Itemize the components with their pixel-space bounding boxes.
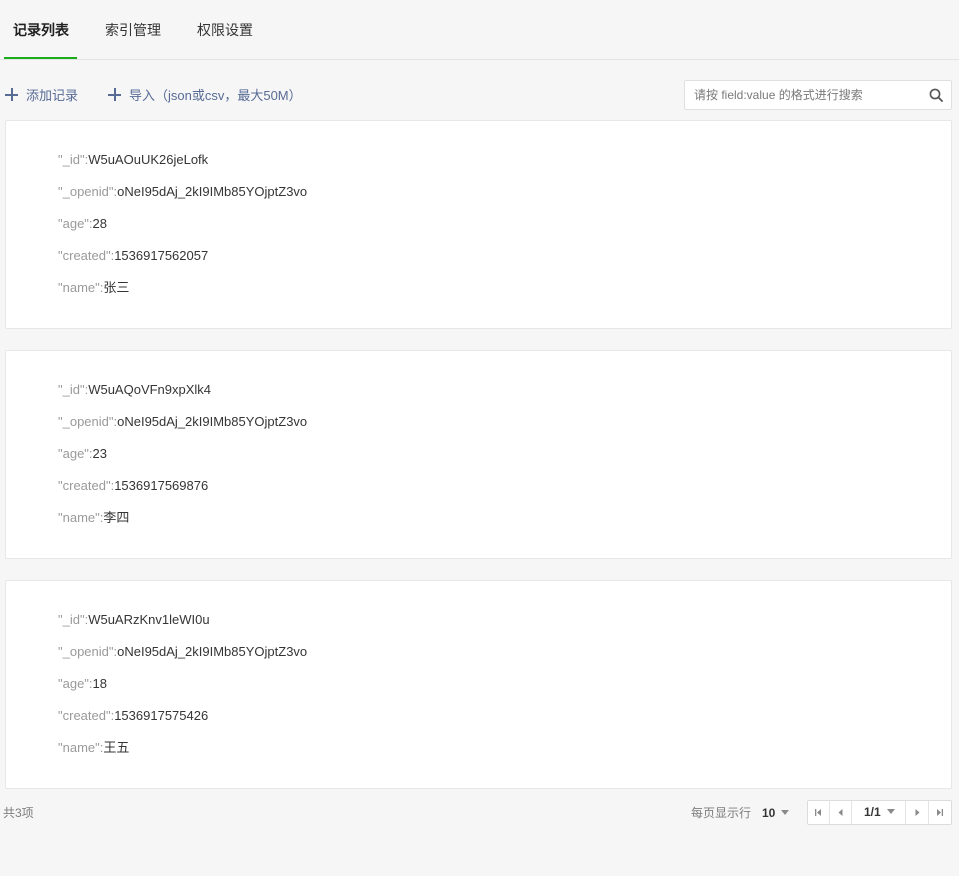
record-card[interactable]: "_id":W5uARzKnv1leWI0u "_openid":oNeI95d… [5, 580, 952, 789]
chevron-down-icon [886, 809, 895, 814]
record-field-id: "_id":W5uAQoVFn9xpXlk4 [58, 382, 212, 397]
chevron-down-icon [781, 810, 790, 815]
search-input[interactable] [685, 81, 923, 109]
record-field-name: "name":张三 [58, 280, 130, 295]
record-field-openid: "_openid":oNeI95dAj_2kI9IMb85YOjptZ3vo [58, 644, 308, 659]
tab-record-list[interactable]: 记录列表 [13, 20, 69, 60]
record-field-id: "_id":W5uARzKnv1leWI0u [58, 612, 210, 627]
plus-icon [5, 88, 18, 101]
tab-permission-settings[interactable]: 权限设置 [197, 20, 253, 60]
last-page-icon [937, 809, 943, 816]
record-field-created: "created":1536917562057 [58, 248, 209, 263]
record-card[interactable]: "_id":W5uAQoVFn9xpXlk4 "_openid":oNeI95d… [5, 350, 952, 559]
search-icon[interactable] [929, 88, 943, 102]
first-page-icon [815, 809, 821, 816]
tab-bar: 记录列表 索引管理 权限设置 [0, 0, 959, 60]
prev-page-button[interactable] [830, 801, 852, 824]
per-page-value: 10 [762, 806, 776, 820]
per-page-label: 每页显示行 [691, 806, 752, 820]
active-tab-indicator [4, 57, 77, 59]
record-field-name: "name":王五 [58, 740, 130, 755]
record-field-created: "created":1536917569876 [58, 478, 209, 493]
record-field-age: "age":18 [58, 676, 107, 691]
total-count: 共3项 [3, 806, 34, 820]
record-field-created: "created":1536917575426 [58, 708, 209, 723]
record-card[interactable]: "_id":W5uAOuUK26jeLofk "_openid":oNeI95d… [5, 120, 952, 329]
first-page-button[interactable] [808, 801, 830, 824]
next-page-button[interactable] [907, 801, 929, 824]
current-page: 1/1 [864, 805, 881, 819]
plus-icon [108, 88, 121, 101]
tab-index-management[interactable]: 索引管理 [105, 20, 161, 60]
record-field-name: "name":李四 [58, 510, 130, 525]
import-button[interactable]: 导入（json或csv，最大50M） [108, 86, 302, 106]
record-field-id: "_id":W5uAOuUK26jeLofk [58, 152, 209, 167]
record-field-age: "age":23 [58, 446, 107, 461]
next-page-icon [915, 809, 920, 816]
per-page-select[interactable]: 10 [762, 804, 790, 822]
record-field-openid: "_openid":oNeI95dAj_2kI9IMb85YOjptZ3vo [58, 184, 308, 199]
last-page-button[interactable] [929, 801, 951, 824]
search-box [684, 80, 952, 110]
prev-page-icon [838, 809, 843, 816]
record-field-age: "age":28 [58, 216, 107, 231]
import-label: 导入（json或csv，最大50M） [129, 88, 302, 103]
pagination: 1/1 [807, 800, 952, 825]
add-record-label: 添加记录 [26, 88, 79, 103]
page-select[interactable]: 1/1 [852, 801, 906, 824]
add-record-button[interactable]: 添加记录 [5, 86, 78, 106]
record-field-openid: "_openid":oNeI95dAj_2kI9IMb85YOjptZ3vo [58, 414, 308, 429]
